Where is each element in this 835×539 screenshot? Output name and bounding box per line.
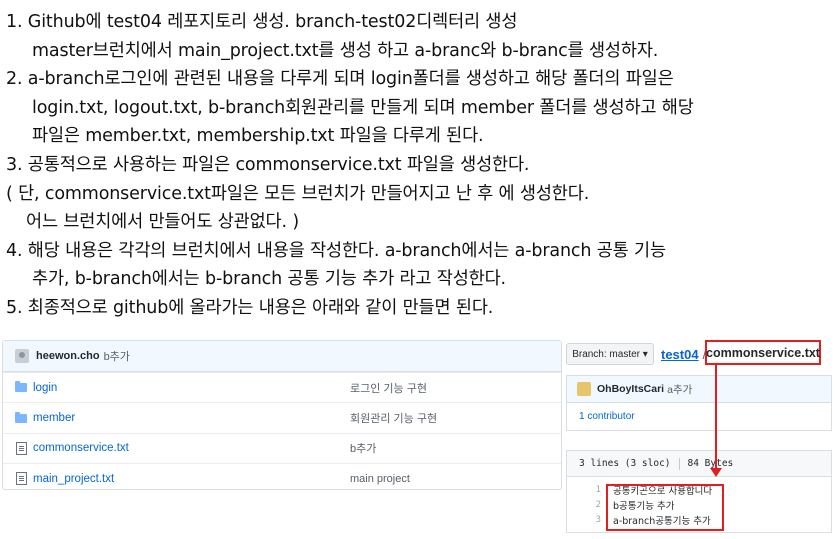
code-highlight-box [606,484,724,531]
commit-author[interactable]: heewon.cho [36,350,100,362]
repo-link[interactable]: test04 [661,347,699,362]
branch-select-button[interactable]: Branch: master ▾ [566,343,654,365]
commit-message[interactable]: b추가 [104,348,130,364]
instruction-line: 1. Github에 test04 레포지토리 생성. branch-test0… [6,12,518,32]
instruction-line: 3. 공통적으로 사용하는 파일은 commonservice.txt 파일을 … [6,154,530,175]
file-commit-message[interactable]: main project [350,473,410,485]
folder-icon [15,381,27,393]
commit-message[interactable]: a추가 [667,382,692,397]
instruction-line: ( 단, commonservice.txt파일은 모든 브런치가 만들어지고 … [6,183,590,204]
contributors-link[interactable]: 1 contributor [566,403,832,431]
folder-icon [15,411,27,423]
file-icon [15,472,27,486]
list-item[interactable]: main_project.txt main project [3,463,561,493]
file-info-bar: 3 lines (3 sloc) 84 Bytes [566,450,832,477]
file-name-link[interactable]: commonservice.txt [33,442,350,454]
file-commit-message[interactable]: 로그인 기능 구현 [350,380,427,396]
instruction-line: 어느 브런치에서 만들어도 상관없다. ) [26,212,299,233]
repo-file-list: heewon.cho b추가 login 로그인 기능 구현 member 회원… [2,340,562,490]
file-name: commonservice.txt [706,345,820,360]
file-name-link[interactable]: member [33,412,350,424]
file-icon [15,441,27,455]
breadcrumb: test04 / [661,343,710,365]
file-commit-message[interactable]: 회원관리 기능 구현 [350,410,437,426]
instructions-text: 1. Github에 test04 레포지토리 생성. branch-test0… [6,8,831,323]
avatar[interactable] [577,382,591,396]
list-item[interactable]: commonservice.txt b추가 [3,432,561,463]
instruction-line: 추가, b-branch에서는 b-branch 공통 기능 추가 라고 작성한… [32,269,506,290]
instruction-line: 5. 최종적으로 github에 올라가는 내용은 아래와 같이 만들면 된다. [6,297,494,318]
instruction-line: 2. a-branch로그인에 관련된 내용을 다루게 되며 login폴더를 … [6,69,674,90]
file-name-link[interactable]: main_project.txt [33,473,350,485]
file-view-panel: Branch: master ▾ test04 / commonservice.… [566,340,832,539]
instruction-line: 4. 해당 내용은 각각의 브런치에서 내용을 작성한다. a-branch에서… [6,240,666,261]
instruction-line: 파일은 member.txt, membership.txt 파일을 다루게 된… [32,126,484,147]
annotation-arrow [715,365,717,471]
list-item[interactable]: member 회원관리 기능 구현 [3,402,561,432]
latest-commit-bar: heewon.cho b추가 [3,341,561,372]
list-item[interactable]: login 로그인 기능 구현 [3,372,561,402]
arrow-head-icon [710,468,722,477]
instruction-line: master브런치에서 main_project.txt를 생성 하고 a-br… [32,40,659,61]
file-name-link[interactable]: login [33,382,350,394]
commit-author[interactable]: OhBoyItsCari [597,383,664,395]
avatar[interactable] [15,349,29,363]
file-commit-message[interactable]: b추가 [350,440,376,456]
line-count: 3 lines (3 sloc) [579,458,671,469]
instruction-line: login.txt, logout.txt, b-branch회원관리를 만들게… [32,97,694,118]
file-commit-bar: OhBoyItsCari a추가 [566,375,832,403]
divider [678,457,680,470]
file-name-highlight: commonservice.txt [705,340,821,365]
